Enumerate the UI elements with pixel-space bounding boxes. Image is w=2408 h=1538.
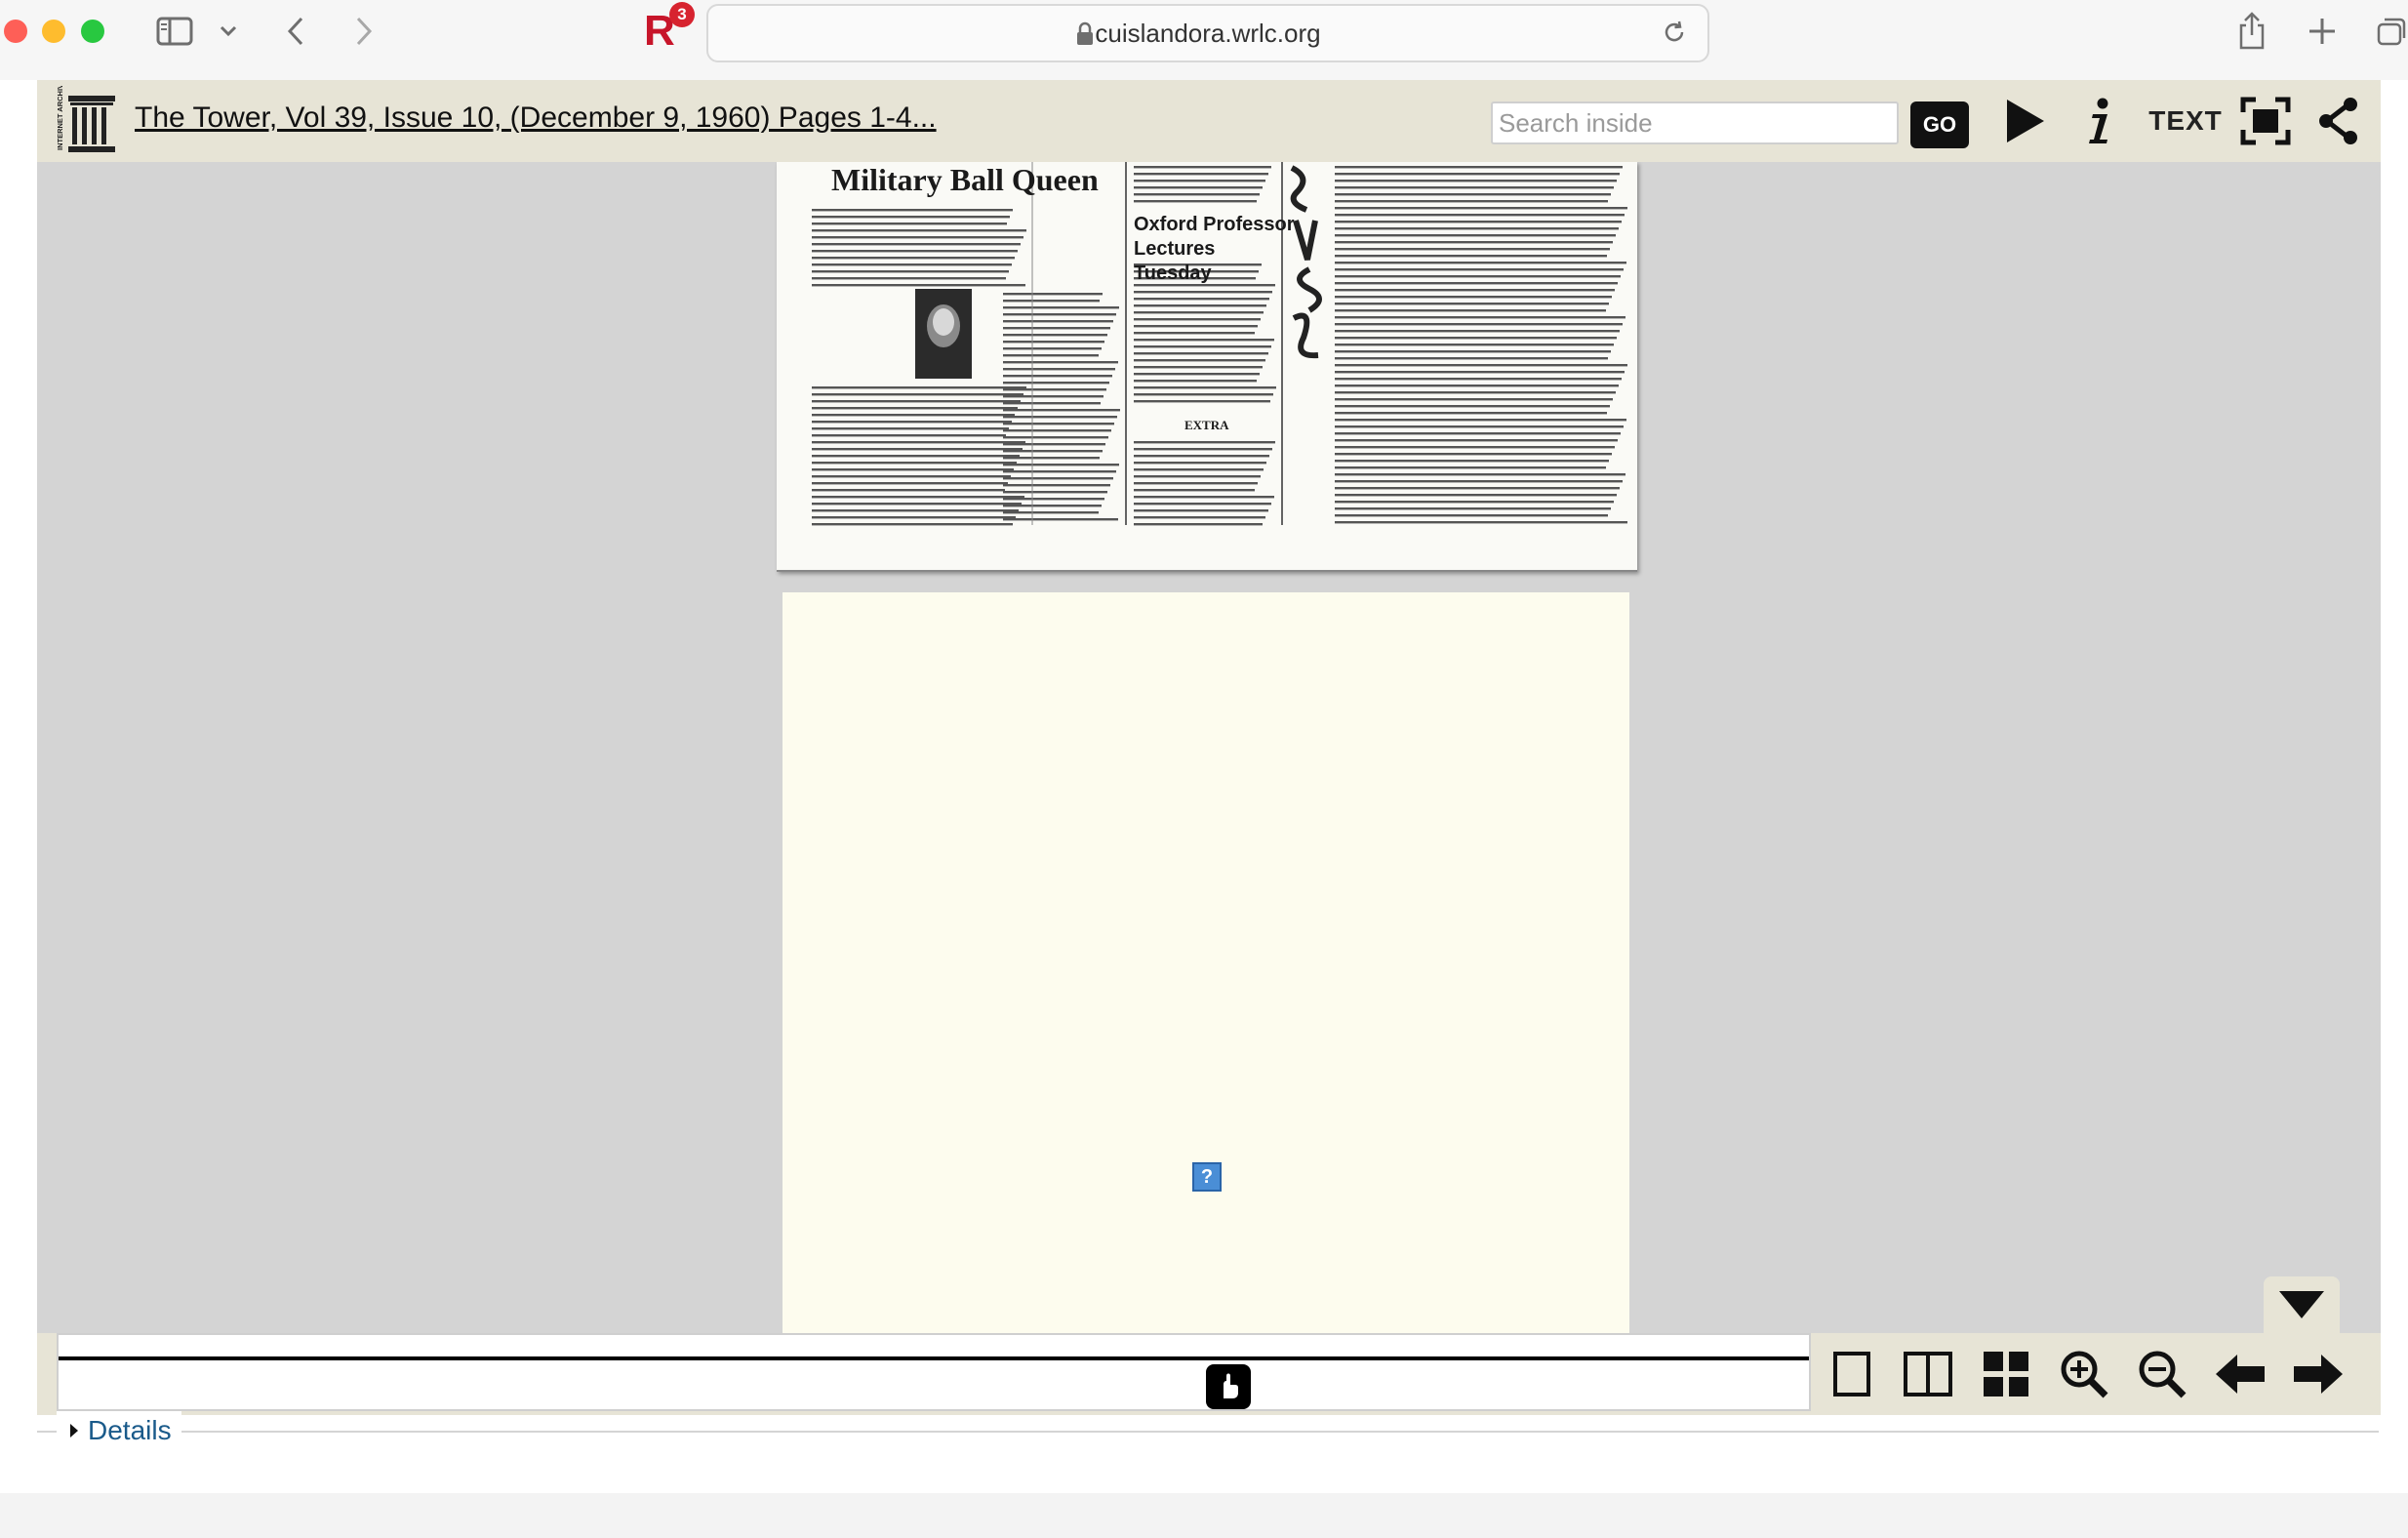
one-page-icon <box>1833 1352 1870 1396</box>
text-mode-button[interactable]: TEXT <box>2147 94 2225 148</box>
chevron-down-icon[interactable] <box>217 10 240 53</box>
fullscreen-icon[interactable] <box>2236 94 2295 148</box>
previous-page-icon <box>2216 1355 2265 1394</box>
address-bar[interactable]: cuislandora.wrlc.org <box>706 4 1709 62</box>
details-divider <box>37 1431 2379 1433</box>
reload-icon[interactable] <box>1661 19 1688 46</box>
details-section: Details <box>37 1411 2379 1450</box>
thumbnail-grid-icon <box>1984 1352 2028 1396</box>
extension-badge: 3 <box>669 2 695 27</box>
search-inside-input[interactable] <box>1491 101 1899 144</box>
hand-icon <box>1224 1373 1238 1398</box>
share-sheet-icon[interactable] <box>2234 10 2269 53</box>
forward-icon[interactable] <box>349 10 379 53</box>
headline-center: Oxford Professor Lectures Tuesday <box>1134 214 1295 284</box>
sidebar-icon[interactable] <box>152 10 197 53</box>
details-label: Details <box>88 1415 172 1445</box>
lock-icon <box>1077 21 1093 45</box>
two-page-view-button[interactable] <box>1899 1345 1957 1403</box>
bookreader-header: INTERNET ARCHIVE The Tower, Vol 39, Issu… <box>37 79 2381 162</box>
page-scrubber[interactable] <box>57 1333 1811 1411</box>
zoom-window-button[interactable] <box>81 20 104 43</box>
search-go-button[interactable]: GO <box>1910 101 1969 148</box>
chevron-down-icon <box>2279 1291 2324 1318</box>
book-viewer[interactable]: Military Ball Queen Oxford Professor Lec… <box>37 162 2381 1333</box>
page-footer <box>0 1493 2408 1538</box>
tab-overview-icon[interactable] <box>2375 10 2408 53</box>
minimize-window-button[interactable] <box>42 20 65 43</box>
newspaper-page: Military Ball Queen Oxford Professor Lec… <box>777 162 1637 572</box>
extension-icon[interactable]: R 3 <box>644 2 695 55</box>
zoom-in-icon <box>2061 1351 2108 1398</box>
browser-toolbar: R 3 cuislandora.wrlc.org <box>0 0 2408 80</box>
blank-page: ? <box>783 592 1629 1333</box>
previous-page-button[interactable] <box>2211 1345 2269 1403</box>
zoom-out-button[interactable] <box>2133 1345 2191 1403</box>
disclosure-triangle-icon <box>70 1424 78 1437</box>
one-page-view-button[interactable] <box>1823 1345 1881 1403</box>
bookreader-nav-bar <box>37 1333 2381 1415</box>
back-icon[interactable] <box>281 10 310 53</box>
new-tab-icon[interactable] <box>2305 10 2340 53</box>
headline-left: Military Ball Queen <box>831 162 1099 197</box>
share-icon[interactable] <box>2314 94 2363 148</box>
zoom-out-icon <box>2139 1351 2187 1398</box>
book-title-link[interactable]: The Tower, Vol 39, Issue 10, (December 9… <box>135 101 937 135</box>
next-page-button[interactable] <box>2289 1345 2348 1403</box>
scrubber-handle[interactable] <box>1206 1364 1251 1409</box>
scrubber-line <box>59 1356 1809 1360</box>
two-page-icon <box>1904 1352 1952 1396</box>
thumbnail-view-button[interactable] <box>1977 1345 2035 1403</box>
next-page-icon <box>2294 1355 2343 1394</box>
info-icon[interactable] <box>2074 94 2123 148</box>
internet-archive-logo[interactable]: INTERNET ARCHIVE <box>49 79 117 158</box>
zoom-in-button[interactable] <box>2055 1345 2113 1403</box>
details-toggle[interactable]: Details <box>57 1411 181 1450</box>
svg-text:INTERNET ARCHIVE: INTERNET ARCHIVE <box>56 86 64 150</box>
box-caption: EXTRA <box>1184 418 1229 432</box>
close-window-button[interactable] <box>4 20 27 43</box>
hide-navbar-button[interactable] <box>2264 1276 2340 1333</box>
play-icon[interactable] <box>2000 94 2049 148</box>
missing-image-icon: ? <box>1192 1162 1222 1192</box>
url-text: cuislandora.wrlc.org <box>1095 19 1321 48</box>
